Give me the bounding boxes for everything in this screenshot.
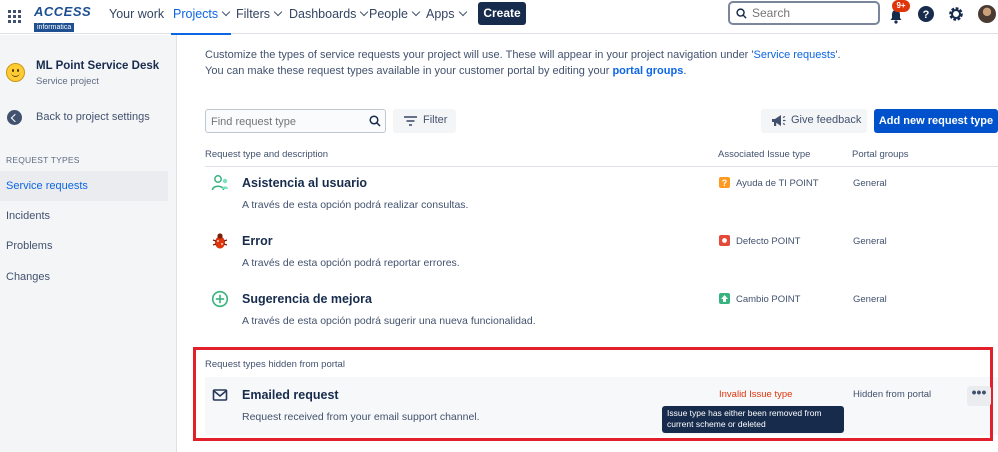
nav-filters-label: Filters (236, 7, 271, 21)
project-avatar-icon (6, 63, 25, 82)
request-type-title[interactable]: Asistencia al usuario (242, 176, 367, 190)
nav-dashboards[interactable]: Dashboards (289, 7, 369, 21)
portal-group-label: General (853, 236, 887, 247)
search-input[interactable] (752, 5, 872, 21)
nav-people[interactable]: People (369, 7, 421, 21)
request-type-description: A través de esta opción podrá realizar c… (242, 199, 469, 211)
nav-your-work-label: Your work (109, 7, 165, 21)
give-feedback-button[interactable]: Give feedback (761, 109, 867, 133)
sidebar-item-incidents[interactable]: Incidents (0, 201, 168, 231)
issue-type-label: Defecto POINT (736, 236, 801, 247)
bug-square-icon (719, 235, 730, 246)
search-icon (736, 8, 747, 19)
chevron-down-icon (221, 7, 231, 17)
request-type-title[interactable]: Error (242, 234, 273, 248)
request-type-description: Request received from your email support… (242, 411, 480, 423)
nav-dashboards-label: Dashboards (289, 7, 357, 21)
arrow-up-icon (719, 293, 730, 304)
question-icon: ? (719, 177, 730, 188)
page-description: Customize the types of service requests … (205, 47, 985, 79)
plus-circle-icon (211, 290, 229, 308)
chevron-down-icon (411, 7, 421, 17)
site-logo[interactable]: ACCESS informatica (34, 4, 92, 32)
back-to-settings-link[interactable]: Back to project settings (7, 109, 172, 127)
description-line-2: You can make these request types availab… (205, 63, 985, 79)
arrow-left-icon (7, 110, 22, 125)
logo-text: ACCESS (34, 4, 92, 19)
sidebar: ML Point Service Desk Service project Ba… (0, 35, 177, 452)
nav-projects-label: Projects (173, 7, 219, 21)
request-type-description: A través de esta opción podrá reportar e… (242, 257, 460, 269)
top-navigation: ACCESS informatica Your work Projects Fi… (0, 0, 998, 35)
portal-groups-link[interactable]: portal groups (612, 65, 683, 77)
portal-groups-link-label: portal groups (612, 65, 684, 77)
description-line-1: Customize the types of service requests … (205, 47, 985, 63)
nav-people-label: People (369, 7, 408, 21)
sidebar-section-heading: REQUEST TYPES (6, 155, 80, 165)
sidebar-item-problems[interactable]: Problems (0, 231, 168, 261)
filter-button[interactable]: Filter (393, 109, 456, 133)
create-button[interactable]: Create (478, 2, 526, 25)
chevron-down-icon (458, 7, 467, 17)
person-icon (211, 175, 228, 191)
notification-badge: 9+ (892, 0, 910, 12)
description-text: You can make these request types availab… (205, 65, 613, 77)
column-header-issue-type: Associated Issue type (718, 149, 811, 160)
sidebar-item-changes[interactable]: Changes (0, 262, 168, 292)
find-request-type[interactable] (205, 109, 386, 133)
issue-type-label: Cambio POINT (736, 294, 801, 305)
nav-projects[interactable]: Projects (170, 7, 232, 35)
portal-group-label: Hidden from portal (853, 389, 932, 400)
find-request-type-input[interactable] (211, 114, 361, 130)
chevron-down-icon (360, 7, 369, 17)
invalid-issue-type-label[interactable]: Invalid Issue type (719, 389, 792, 400)
issue-type-label: Ayuda de TI POINT (736, 178, 819, 189)
nav-your-work[interactable]: Your work (109, 7, 164, 21)
svg-text:?: ? (923, 9, 930, 21)
description-text: . (683, 65, 687, 77)
global-search[interactable] (728, 1, 880, 25)
portal-group-label: General (853, 294, 887, 305)
filter-icon (404, 116, 417, 126)
gear-icon[interactable] (947, 5, 965, 23)
help-icon[interactable]: ? (917, 5, 935, 23)
bug-icon (212, 233, 228, 249)
envelope-icon (212, 389, 228, 401)
tooltip: Issue type has either been removed from … (662, 406, 844, 433)
chevron-down-icon (273, 7, 283, 17)
user-avatar[interactable] (978, 5, 996, 23)
filter-label: Filter (423, 114, 448, 126)
back-to-settings-label: Back to project settings (36, 111, 150, 123)
hidden-section-heading: Request types hidden from portal (205, 359, 345, 370)
megaphone-icon (772, 115, 786, 126)
project-type: Service project (36, 76, 99, 87)
svg-text:?: ? (722, 178, 728, 188)
nav-apps-label: Apps (426, 7, 455, 21)
request-type-description: A través de esta opción podrá sugerir un… (242, 315, 536, 327)
service-requests-link[interactable]: Service requests (754, 49, 836, 61)
give-feedback-label: Give feedback (791, 114, 862, 126)
portal-group-label: General (853, 178, 887, 189)
table-header-divider (205, 166, 998, 167)
logo-subtext: informatica (34, 23, 75, 32)
apps-grid-icon[interactable] (8, 10, 21, 23)
more-actions-button[interactable]: ••• (967, 385, 991, 406)
description-text: '. (835, 49, 841, 61)
add-new-request-type-button[interactable]: Add new request type (874, 109, 998, 133)
request-type-title[interactable]: Sugerencia de mejora (242, 292, 372, 306)
sidebar-item-service-requests[interactable]: Service requests (0, 171, 168, 201)
nav-filters[interactable]: Filters (236, 7, 283, 21)
project-name: ML Point Service Desk (36, 60, 160, 72)
column-header-portal-groups: Portal groups (852, 149, 909, 160)
search-icon (369, 115, 381, 127)
request-type-title[interactable]: Emailed request (242, 388, 339, 402)
nav-apps[interactable]: Apps (426, 7, 467, 21)
description-text: Customize the types of service requests … (205, 49, 754, 61)
column-header-request-type: Request type and description (205, 149, 329, 160)
